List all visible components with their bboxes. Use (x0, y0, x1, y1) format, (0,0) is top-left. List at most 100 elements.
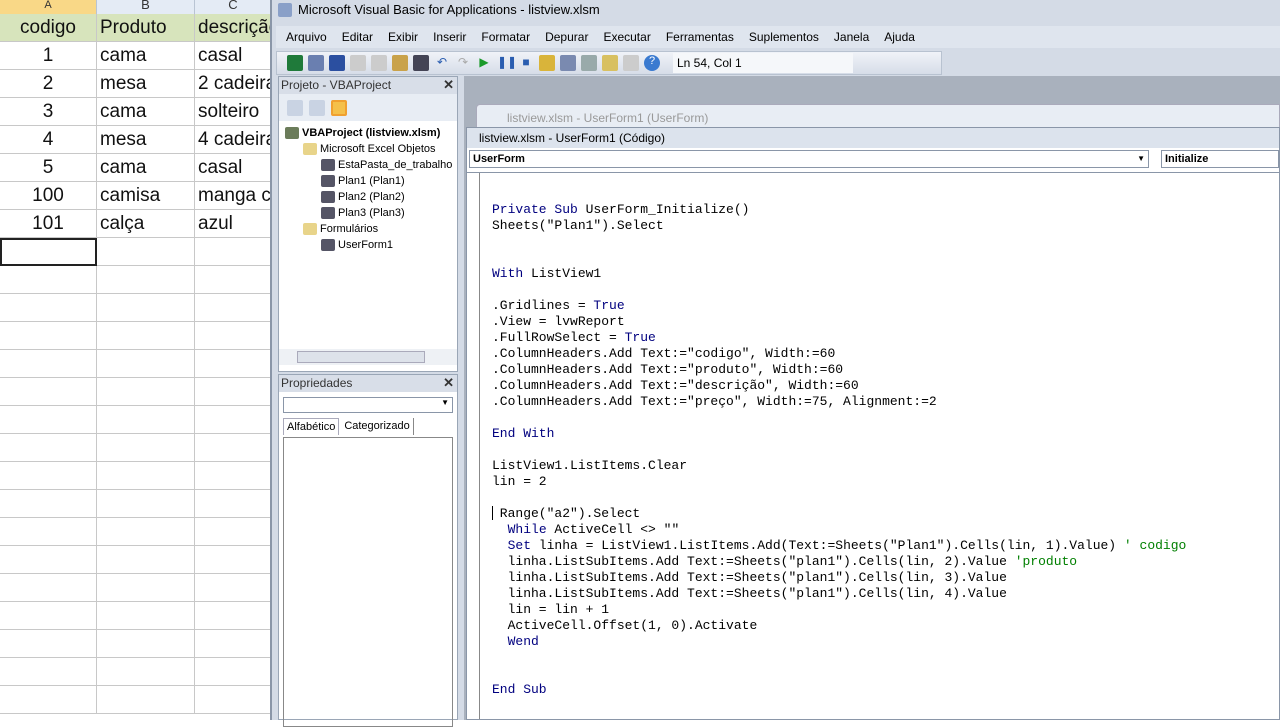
horizontal-scrollbar[interactable] (279, 349, 457, 365)
cell[interactable] (195, 658, 272, 686)
cell[interactable] (97, 602, 195, 630)
cell[interactable] (195, 546, 272, 574)
tree-item[interactable]: Plan2 (Plan2) (285, 189, 457, 205)
cell[interactable] (97, 518, 195, 546)
cell[interactable] (97, 462, 195, 490)
column-header[interactable]: B (97, 0, 195, 14)
toolbox-icon[interactable] (623, 55, 639, 71)
view-code-icon[interactable] (287, 99, 303, 116)
cell[interactable] (195, 630, 272, 658)
cell[interactable]: 100 (0, 182, 97, 210)
cell[interactable]: cama (97, 154, 195, 182)
cell[interactable]: codigo (0, 14, 97, 42)
cell[interactable] (195, 294, 272, 322)
cell[interactable]: 1 (0, 42, 97, 70)
cell[interactable] (0, 238, 97, 266)
menu-depurar[interactable]: Depurar (545, 30, 588, 44)
cell[interactable] (97, 686, 195, 714)
cell[interactable] (97, 574, 195, 602)
menu-formatar[interactable]: Formatar (481, 30, 530, 44)
cell[interactable] (97, 350, 195, 378)
cell[interactable] (97, 266, 195, 294)
close-icon[interactable]: ✕ (443, 78, 454, 92)
cell[interactable] (0, 630, 97, 658)
cell[interactable] (97, 322, 195, 350)
tree-item[interactable]: UserForm1 (285, 237, 457, 253)
design-mode-icon[interactable] (539, 55, 555, 71)
tab-categorizado[interactable]: Categorizado (341, 418, 414, 435)
cell[interactable]: 101 (0, 210, 97, 238)
help-icon[interactable]: ? (644, 55, 660, 71)
cell[interactable] (0, 518, 97, 546)
cell[interactable] (0, 574, 97, 602)
cell[interactable]: 3 (0, 98, 97, 126)
menu-suplementos[interactable]: Suplementos (749, 30, 819, 44)
menu-ajuda[interactable]: Ajuda (884, 30, 915, 44)
cell[interactable] (0, 434, 97, 462)
userform-window[interactable]: listview.xlsm - UserForm1 (UserForm) (476, 104, 1280, 128)
tree-item[interactable]: Plan3 (Plan3) (285, 205, 457, 221)
cell[interactable]: solteiro (195, 98, 272, 126)
cell[interactable] (97, 434, 195, 462)
cell[interactable] (0, 686, 97, 714)
cell[interactable] (195, 434, 272, 462)
menu-inserir[interactable]: Inserir (433, 30, 466, 44)
run-icon[interactable]: ▶ (476, 55, 492, 71)
tree-item[interactable]: Plan1 (Plan1) (285, 173, 457, 189)
copy-icon[interactable] (371, 55, 387, 71)
cell[interactable] (97, 238, 195, 266)
cell[interactable] (0, 602, 97, 630)
cell[interactable] (0, 546, 97, 574)
cell[interactable]: azul (195, 210, 272, 238)
cell[interactable] (97, 658, 195, 686)
cell[interactable] (0, 462, 97, 490)
cell[interactable] (195, 238, 272, 266)
cell[interactable]: calça (97, 210, 195, 238)
cell[interactable] (195, 462, 272, 490)
cell[interactable] (0, 266, 97, 294)
tree-item[interactable]: Formulários (285, 221, 457, 237)
tree-item[interactable]: EstaPasta_de_trabalho (285, 157, 457, 173)
object-browser-icon[interactable] (602, 55, 618, 71)
cell[interactable] (0, 658, 97, 686)
cell[interactable]: mesa (97, 126, 195, 154)
cell[interactable] (97, 546, 195, 574)
cell[interactable] (195, 266, 272, 294)
cell[interactable] (195, 350, 272, 378)
reset-icon[interactable]: ■ (518, 55, 534, 71)
cell[interactable] (195, 602, 272, 630)
view-object-icon[interactable] (309, 99, 325, 116)
cell[interactable] (0, 378, 97, 406)
cell[interactable] (97, 406, 195, 434)
cell[interactable]: 4 cadeiras (195, 126, 272, 154)
cell[interactable] (97, 294, 195, 322)
procedure-select[interactable]: Initialize (1161, 150, 1279, 168)
undo-icon[interactable]: ↶ (434, 55, 450, 71)
cell[interactable]: casal (195, 42, 272, 70)
menu-executar[interactable]: Executar (603, 30, 650, 44)
cell[interactable] (195, 378, 272, 406)
tab-alfabetico[interactable]: Alfabético (283, 418, 340, 435)
cell[interactable] (0, 294, 97, 322)
cell[interactable] (97, 490, 195, 518)
object-select[interactable]: UserForm ▼ (469, 150, 1149, 168)
cell[interactable] (195, 322, 272, 350)
cell[interactable] (195, 490, 272, 518)
pause-icon[interactable]: ❚❚ (497, 55, 517, 71)
cell[interactable]: Produto (97, 14, 195, 42)
cell[interactable] (195, 518, 272, 546)
cell[interactable] (97, 378, 195, 406)
cell[interactable]: camisa (97, 182, 195, 210)
cell[interactable]: mesa (97, 70, 195, 98)
excel-view-icon[interactable] (287, 55, 303, 71)
cell[interactable] (0, 322, 97, 350)
cell[interactable]: cama (97, 98, 195, 126)
code-editor[interactable]: Private Sub UserForm_Initialize() Sheets(… (467, 172, 1279, 719)
insert-userform-icon[interactable] (308, 55, 324, 71)
column-header[interactable]: C (195, 0, 272, 14)
menu-ferramentas[interactable]: Ferramentas (666, 30, 734, 44)
cell[interactable] (195, 686, 272, 714)
menu-arquivo[interactable]: Arquivo (286, 30, 327, 44)
cell[interactable]: 4 (0, 126, 97, 154)
cell[interactable]: cama (97, 42, 195, 70)
